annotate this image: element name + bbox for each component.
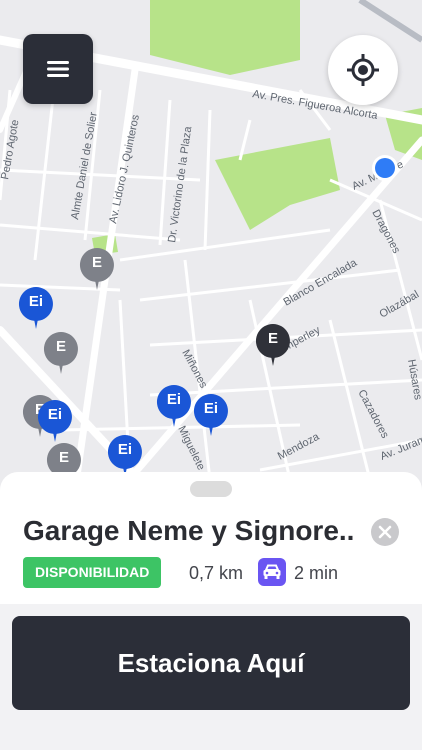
pin-label: E bbox=[91, 254, 102, 271]
locate-me-button[interactable] bbox=[328, 35, 398, 105]
parking-pin[interactable]: E bbox=[78, 246, 116, 292]
park-here-button[interactable]: Estaciona Aquí bbox=[12, 616, 410, 710]
parking-pin[interactable]: E bbox=[42, 330, 80, 376]
menu-button[interactable] bbox=[23, 34, 93, 104]
parking-pin[interactable]: Ei bbox=[155, 383, 193, 429]
pin-label: Ei bbox=[28, 293, 44, 310]
sheet-header: Garage Neme y Signore.. DISPONIBILIDAD 0… bbox=[0, 472, 422, 604]
car-icon bbox=[263, 564, 281, 579]
close-button[interactable] bbox=[371, 518, 399, 546]
garage-name: Garage Neme y Signore.. bbox=[23, 515, 355, 546]
crosshair-target-icon bbox=[347, 54, 379, 86]
pin-label: E bbox=[267, 330, 278, 347]
parking-pin[interactable]: Ei bbox=[36, 398, 74, 444]
hamburger-menu-icon bbox=[47, 61, 69, 77]
parking-pin[interactable]: Ei bbox=[192, 392, 230, 438]
eta-text: 2 min bbox=[294, 563, 339, 583]
availability-badge: DISPONIBILIDAD bbox=[23, 557, 162, 588]
car-icon-box bbox=[258, 558, 286, 586]
pin-label: E bbox=[55, 338, 66, 355]
parking-pin[interactable]: Ei bbox=[17, 285, 55, 331]
sheet-drag-handle[interactable] bbox=[190, 481, 232, 497]
close-icon bbox=[378, 525, 392, 539]
pin-label: Ei bbox=[47, 406, 63, 423]
user-location-dot bbox=[375, 158, 395, 178]
pin-label: E bbox=[58, 449, 69, 466]
pin-label: Ei bbox=[203, 400, 219, 417]
pin-label: Ei bbox=[117, 441, 133, 458]
parking-detail-sheet: Garage Neme y Signore.. DISPONIBILIDAD 0… bbox=[0, 472, 422, 750]
parking-pin[interactable]: E bbox=[254, 322, 292, 368]
pin-label: Ei bbox=[166, 391, 182, 408]
distance-text: 0,7 km bbox=[189, 563, 244, 583]
